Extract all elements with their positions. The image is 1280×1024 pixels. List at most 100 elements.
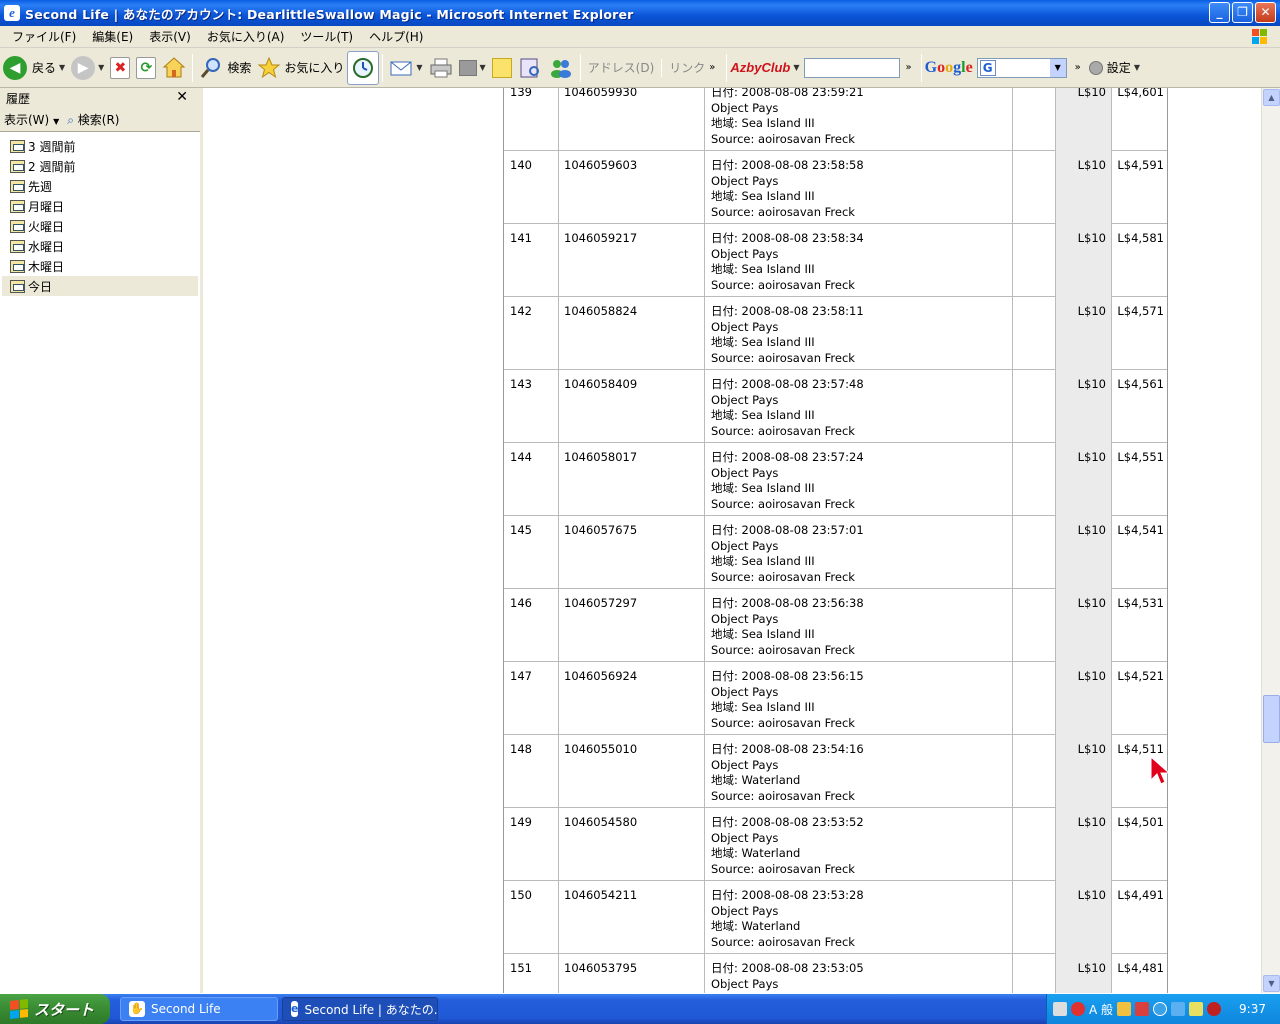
scroll-down-button[interactable]: ▼ [1263, 975, 1280, 992]
chevron-down-icon[interactable]: ▼ [98, 63, 104, 72]
forward-button[interactable]: ▶ ▼ [68, 51, 107, 85]
taskbar-item-second-life[interactable]: ✋ Second Life [120, 997, 278, 1021]
tray-app-icon[interactable] [1135, 1002, 1150, 1016]
clock: 9:37 [1239, 1002, 1266, 1016]
scroll-thumb[interactable] [1263, 695, 1280, 743]
transaction-region-prefix: 地域: [711, 262, 742, 276]
transaction-source-value: aoirosavan Freck [758, 204, 855, 219]
chevron-down-icon[interactable]: ▼ [1049, 58, 1066, 77]
transaction-type-value: Object Pays [711, 976, 779, 991]
links-overflow-icon[interactable]: » [709, 62, 715, 73]
history-view-button[interactable]: 表示(W) ▼ [4, 111, 59, 128]
notes-button[interactable] [489, 51, 515, 85]
history-title: 履歴 [6, 91, 31, 106]
menu-help[interactable]: ヘルプ(H) [361, 28, 431, 45]
google-search-select[interactable]: G ▼ [976, 57, 1067, 78]
network-icon[interactable] [1171, 1002, 1186, 1016]
chevron-down-icon[interactable]: ▼ [416, 63, 422, 72]
note-icon [491, 57, 512, 78]
transaction-source: Source: aoirosavan Freck [711, 351, 1012, 367]
stop-button[interactable]: ✖ [107, 51, 133, 85]
transaction-number: 144 [504, 443, 559, 516]
transaction-description: 日付: 2008-08-08 23:57:24 Object Pays 地域: Se… [705, 443, 1013, 516]
history-item[interactable]: 先週 [2, 176, 198, 196]
transaction-source: Source: aoirosavan Freck [711, 935, 1012, 951]
mail-button[interactable]: ▼ [386, 51, 425, 85]
azbyclub-logo[interactable]: AzbyClub [730, 60, 790, 75]
history-button[interactable] [347, 50, 380, 85]
history-item[interactable]: 木曜日 [2, 256, 198, 276]
empty-cell [1013, 881, 1056, 954]
second-life-icon: ✋ [129, 1001, 145, 1017]
vertical-scrollbar[interactable]: ▲ ▼ [1261, 88, 1280, 993]
address-label[interactable]: アドレス(D) [584, 59, 659, 76]
restore-button[interactable]: ❐ [1232, 2, 1253, 23]
transaction-region-prefix: 地域: [711, 773, 742, 787]
menu-file[interactable]: ファイル(F) [4, 28, 84, 45]
transaction-region: 地域: Waterland [711, 846, 1012, 862]
close-icon[interactable]: ✕ [176, 89, 188, 105]
history-item[interactable]: 月曜日 [2, 196, 198, 216]
tray-app-icon[interactable] [1117, 1002, 1132, 1016]
overflow-icon[interactable]: » [906, 62, 912, 73]
transaction-balance: L$4,521 [1117, 669, 1164, 683]
chevron-left-icon[interactable] [1153, 1002, 1168, 1016]
taskbar-item-ie[interactable]: e Second Life | あなたの... [282, 997, 438, 1021]
start-button[interactable]: スタート [0, 994, 110, 1024]
messenger-button[interactable] [545, 51, 577, 85]
empty-cell [1013, 589, 1056, 662]
transaction-type: Object Pays [711, 977, 1012, 993]
history-item[interactable]: 2 週間前 [2, 156, 198, 176]
search-icon: ⌕ [67, 113, 74, 127]
chevron-down-icon[interactable]: ▼ [1134, 63, 1140, 72]
chevron-down-icon[interactable]: ▼ [793, 63, 799, 72]
transaction-source-value: aoirosavan Freck [758, 715, 855, 730]
history-item[interactable]: 3 週間前 [2, 136, 198, 156]
scroll-up-button[interactable]: ▲ [1263, 89, 1280, 106]
transaction-date-prefix: 日付: [711, 158, 742, 172]
favorites-button[interactable]: お気に入り [254, 51, 347, 85]
minimize-button[interactable]: _ [1209, 2, 1230, 23]
azbyclub-search-input[interactable] [803, 57, 900, 78]
menu-tools[interactable]: ツール(T) [292, 28, 361, 45]
menu-favorites[interactable]: お気に入り(A) [199, 28, 293, 45]
search-button[interactable]: 検索 [196, 51, 254, 85]
transaction-row: 149 1046054580 日付: 2008-08-08 23:53:52 Obje… [504, 808, 1167, 881]
transaction-type: Object Pays [711, 831, 1012, 847]
settings-button[interactable]: 設定 [1107, 59, 1131, 76]
forward-arrow-icon: ▶ [71, 55, 96, 80]
warning-icon[interactable] [1189, 1002, 1204, 1016]
transaction-region-value: Sea Island III [741, 116, 815, 130]
keyboard-icon[interactable] [1053, 1002, 1067, 1016]
transaction-date-value: 2008-08-08 23:53:05 [741, 961, 864, 975]
menu-edit[interactable]: 編集(E) [84, 28, 141, 45]
history-item-selected[interactable]: 今日 [2, 276, 198, 296]
internet-explorer-icon: e [4, 5, 20, 21]
menu-view[interactable]: 表示(V) [141, 28, 199, 45]
overflow-icon[interactable]: » [1075, 62, 1081, 73]
transaction-region-value: Sea Island III [741, 481, 815, 495]
transaction-source-prefix: Source: [711, 569, 759, 584]
history-item[interactable]: 水曜日 [2, 236, 198, 256]
links-label[interactable]: リンク [665, 59, 709, 76]
transaction-date-value: 2008-08-08 23:54:16 [741, 742, 864, 756]
transaction-number: 141 [504, 224, 559, 297]
ime-indicator[interactable]: A 般 [1089, 1001, 1113, 1018]
history-search-button[interactable]: ⌕ 検索(R) [67, 111, 119, 128]
home-button[interactable] [159, 51, 189, 85]
toolbar-separator [382, 53, 384, 82]
close-button[interactable]: ✕ [1255, 2, 1276, 23]
refresh-button[interactable]: ⟳ [133, 51, 159, 85]
calendar-folder-icon [10, 219, 25, 233]
edit-button[interactable]: ▼ [456, 51, 489, 85]
history-item[interactable]: 火曜日 [2, 216, 198, 236]
security-icon[interactable] [1071, 1002, 1085, 1016]
transaction-type-value: Object Pays [711, 903, 779, 918]
research-button[interactable] [515, 51, 545, 85]
back-button[interactable]: ◀ 戻る ▼ [0, 51, 68, 85]
chevron-down-icon[interactable]: ▼ [480, 63, 486, 72]
transaction-region: 地域: Waterland [711, 919, 1012, 935]
shield-icon[interactable] [1207, 1002, 1222, 1016]
chevron-down-icon[interactable]: ▼ [59, 63, 65, 72]
print-button[interactable] [426, 51, 456, 85]
